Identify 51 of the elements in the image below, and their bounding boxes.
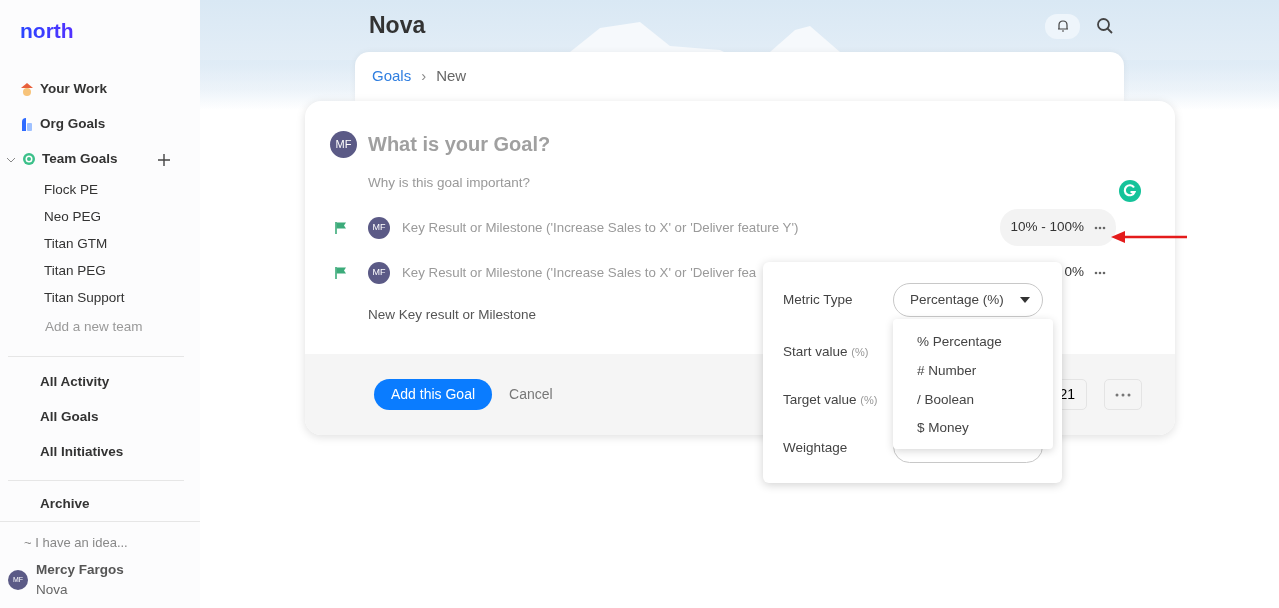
more-icon — [1115, 392, 1131, 397]
assignee-avatar: MF — [368, 261, 390, 284]
metric-range[interactable]: 10% - 100% — [1000, 209, 1116, 246]
sidebar-item[interactable]: Team Goals — [42, 149, 118, 170]
flag-icon — [335, 265, 347, 280]
sidebar-link[interactable]: All Activity — [40, 372, 110, 393]
field-label: Target value (%) — [783, 391, 878, 409]
archive-link[interactable]: Archive — [40, 493, 90, 515]
more-icon — [1094, 225, 1106, 230]
more-icon — [1094, 270, 1106, 275]
cancel-link[interactable]: Cancel — [509, 384, 553, 405]
caret-icon — [1019, 297, 1030, 303]
team-item[interactable]: Titan GTM — [44, 234, 108, 255]
new-key-result-link[interactable]: New Key result or Milestone — [368, 304, 537, 326]
dropdown-option[interactable]: % Percentage — [893, 328, 1053, 357]
dropdown-option[interactable]: / Boolean — [893, 385, 1053, 415]
page-title: Nova — [369, 12, 427, 40]
range-text: 10% - 100% — [1010, 218, 1084, 237]
search-icon[interactable] — [1096, 17, 1114, 35]
sidebar-link[interactable]: All Goals — [40, 407, 99, 428]
field-label: Weightage — [783, 439, 848, 457]
field-label: Metric Type — [783, 291, 853, 309]
range-text: 0% — [1064, 263, 1084, 282]
dropdown-option[interactable]: # Number — [893, 356, 1053, 386]
field-label: Start value (%) — [783, 343, 869, 361]
add-goal-button[interactable]: Add this Goal — [374, 379, 493, 410]
house-icon — [20, 82, 34, 97]
user-avatar: MF — [330, 130, 357, 158]
breadcrumb-link[interactable]: Goals — [372, 65, 412, 88]
bell-icon — [1055, 19, 1070, 33]
sidebar-link[interactable]: All Initiatives — [40, 442, 124, 463]
team-item[interactable]: Titan PEG — [44, 261, 106, 282]
workspace-name: Nova — [36, 581, 69, 600]
assistant-icon — [1118, 179, 1142, 203]
assignee-avatar: MF — [368, 216, 390, 239]
user-name: Mercy Fargos — [36, 561, 124, 579]
team-item[interactable]: Flock PE — [44, 180, 98, 201]
sidebar-item[interactable]: Org Goals — [40, 114, 106, 135]
sidebar-item[interactable]: Your Work — [40, 79, 107, 100]
breadcrumb-current: New — [436, 66, 467, 87]
team-item[interactable]: Titan Support — [44, 288, 125, 309]
metric-range[interactable]: 0% — [1054, 254, 1116, 291]
plus-icon — [156, 151, 172, 168]
metric-type-select[interactable]: Percentage (%) — [893, 283, 1043, 317]
breadcrumb-separator: › — [421, 66, 427, 87]
idea-link[interactable]: ~ I have an idea... — [24, 533, 128, 553]
building-icon — [20, 117, 34, 132]
dropdown-option[interactable]: $ Money — [893, 414, 1053, 443]
team-item[interactable]: Neo PEG — [44, 207, 102, 228]
flag-icon — [335, 220, 347, 235]
target-icon — [22, 152, 36, 167]
